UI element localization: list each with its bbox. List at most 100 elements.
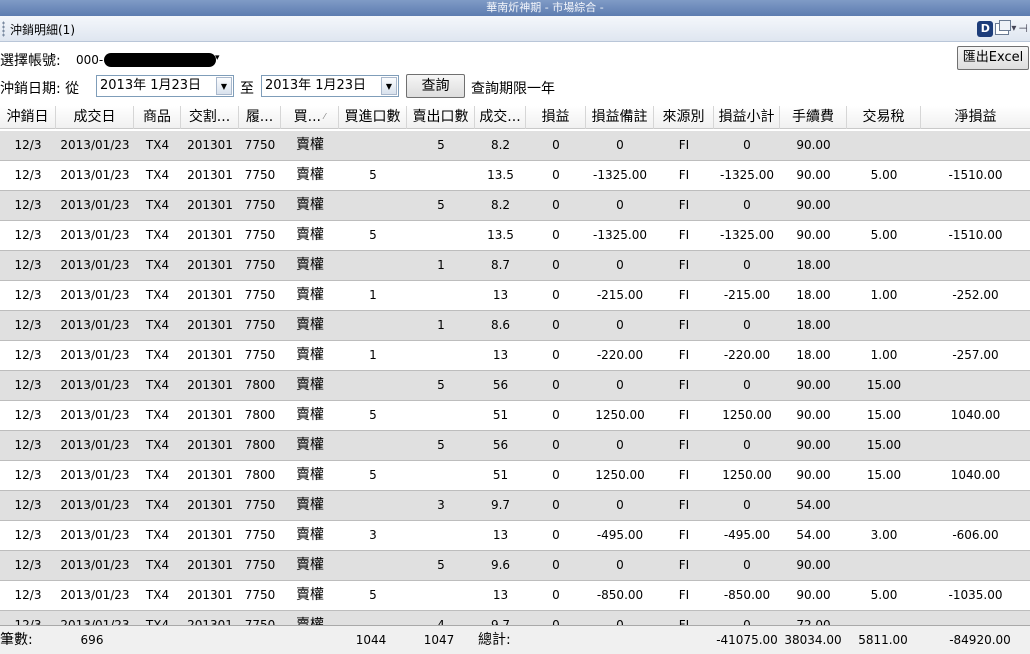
cell-price: 9.7 [490,618,511,625]
col-header-pnl[interactable]: 損益 [526,106,586,129]
cell-delivery: 201301 [187,348,233,362]
table-row[interactable]: 12/3 2013/01/23 TX4 201301 7750 賣權 5 8.2 0 0 FI 0 90… [0,131,1030,161]
cell-tax [847,491,921,520]
col-header-net-pnl[interactable]: 淨損益 [921,106,1030,129]
d-logo-icon[interactable]: D [977,21,994,37]
col-header-price[interactable]: 成交... [475,106,526,129]
cell-tax [847,131,921,160]
window-title: 華南炘神期 - 市場綜合 - [486,1,604,14]
record-count-label: 筆數: [0,632,33,648]
table-row[interactable]: 12/3 2013/01/23 TX4 201301 7800 賣權 5 51 0 1250.00… [0,401,1030,431]
pin-icon[interactable]: ⊣ [1018,21,1028,37]
cell-source: FI [678,438,690,452]
grid-footer-summary: 筆數: 696 1044 1047 總計: -41075.00 38034.00… [0,625,1030,654]
col-header-strike[interactable]: 履... [239,106,281,129]
cell-delivery: 201301 [187,288,233,302]
cell-tax: 5.00 [870,588,898,602]
cell-pnl-note: -215.00 [596,288,644,302]
query-button[interactable]: 查詢 [406,74,465,98]
col-header-source[interactable]: 來源別 [654,106,714,129]
cell-pnl: 0 [552,198,560,212]
col-header-delivery[interactable]: 交割... [181,106,239,129]
cell-fee: 54.00 [796,498,831,512]
cell-pnl-note: 0 [616,138,624,152]
col-header-tax[interactable]: 交易稅 [847,106,921,129]
col-header-buy-qty[interactable]: 買進口數 [339,106,407,129]
grid-body[interactable]: 12/3 2013/01/23 TX4 201301 7750 賣權 5 8.2 0 0 FI 0 90… [0,131,1030,625]
table-row[interactable]: 12/3 2013/01/23 TX4 201301 7750 賣權 3 9.7 0 0 FI 0 54… [0,491,1030,521]
cell-offset-date: 12/3 [14,438,42,452]
table-row[interactable]: 12/3 2013/01/23 TX4 201301 7750 賣權 5 13.5 0 -1325… [0,161,1030,191]
cell-sell-qty [407,341,475,370]
cell-strike: 7800 [244,438,276,452]
table-row[interactable]: 12/3 2013/01/23 TX4 201301 7750 賣權 1 13 0 -215.00… [0,281,1030,311]
cell-source: FI [678,258,690,272]
cell-pnl: 0 [552,438,560,452]
cell-pnl-note: 0 [616,198,624,212]
export-excel-button[interactable]: 匯出Excel [957,46,1029,70]
col-header-sell-qty[interactable]: 賣出口數 [407,106,475,129]
col-header-offset-date[interactable]: 沖銷日 [0,106,56,129]
cell-trade-date: 2013/01/23 [60,438,130,452]
col-header-pnl-note[interactable]: 損益備註 [586,106,654,129]
cell-pnl-note: -220.00 [596,348,644,362]
table-row[interactable]: 12/3 2013/01/23 TX4 201301 7750 賣權 5 9.6 0 0 FI 0 90… [0,551,1030,581]
table-row[interactable]: 12/3 2013/01/23 TX4 201301 7750 賣權 5 8.2 0 0 FI 0 90… [0,191,1030,221]
cell-price: 8.2 [490,198,511,212]
col-header-fee[interactable]: 手續費 [780,106,847,129]
cell-buy-qty [339,131,407,160]
cell-price: 9.7 [490,498,511,512]
cell-source: FI [678,198,690,212]
cell-pnl-note: -1325.00 [593,228,647,242]
cell-pnl: 0 [552,348,560,362]
date-from-picker[interactable]: 2013年 1月23日 ▼ [96,75,234,97]
account-dropdown-icon[interactable]: ▾ [215,53,220,63]
cell-delivery: 201301 [187,528,233,542]
cell-source: FI [678,528,690,542]
cell-pnl: 0 [552,408,560,422]
table-row[interactable]: 12/3 2013/01/23 TX4 201301 7750 賣權 1 8.7 0 0 FI 0 18… [0,251,1030,281]
cell-tax: 15.00 [866,408,902,422]
cell-offset-date: 12/3 [14,618,42,625]
cell-trade-date: 2013/01/23 [60,558,130,572]
toolbar-grip-handle[interactable] [2,21,5,37]
table-row[interactable]: 12/3 2013/01/23 TX4 201301 7800 賣權 5 56 0 0 FI 0 90.… [0,431,1030,461]
float-window-icon[interactable] [995,20,1012,35]
table-row[interactable]: 12/3 2013/01/23 TX4 201301 7800 賣權 5 56 0 0 FI 0 90.… [0,371,1030,401]
cell-buy-qty [339,611,407,625]
cell-fee: 72.00 [796,618,831,625]
window-title-bar: 華南炘神期 - 市場綜合 - [0,0,1030,16]
cell-sell-qty [407,461,475,490]
cell-trade-date: 2013/01/23 [60,348,130,362]
cell-price: 9.6 [490,558,511,572]
cell-sell-qty [407,281,475,310]
table-row[interactable]: 12/3 2013/01/23 TX4 201301 7750 賣權 3 13 0 -495.00… [0,521,1030,551]
cell-strike: 7800 [244,378,276,392]
cell-offset-date: 12/3 [14,138,42,152]
table-row[interactable]: 12/3 2013/01/23 TX4 201301 7800 賣權 5 51 0 1250.00… [0,461,1030,491]
date-to-dropdown-icon[interactable]: ▼ [381,77,397,95]
cell-pnl-subtotal: -215.00 [723,288,771,302]
dropdown-caret-icon[interactable]: ▾ [1011,21,1016,37]
cell-price: 13.5 [487,228,514,242]
col-header-product[interactable]: 商品 [134,106,181,129]
col-header-trade-date[interactable]: 成交日 [56,106,134,129]
table-row[interactable]: 12/3 2013/01/23 TX4 201301 7750 賣權 1 13 0 -220.00… [0,341,1030,371]
cell-option-type: 賣權 [296,437,324,453]
table-row[interactable]: 12/3 2013/01/23 TX4 201301 7750 賣權 5 13.5 0 -1325… [0,221,1030,251]
date-to-picker[interactable]: 2013年 1月23日 ▼ [261,75,399,97]
date-from-dropdown-icon[interactable]: ▼ [216,77,232,95]
cell-pnl: 0 [552,468,560,482]
table-row[interactable]: 12/3 2013/01/23 TX4 201301 7750 賣權 4 9.7 0 0 FI 0 72… [0,611,1030,625]
cell-option-type: 賣權 [296,587,324,603]
cell-fee: 90.00 [796,168,831,182]
table-row[interactable]: 12/3 2013/01/23 TX4 201301 7750 賣權 5 13 0 -850.00… [0,581,1030,611]
panel-tab-label[interactable]: 沖銷明細(1) [10,21,75,38]
table-row[interactable]: 12/3 2013/01/23 TX4 201301 7750 賣權 1 8.6 0 0 FI 0 18… [0,311,1030,341]
col-header-option-type[interactable]: 買... ⁄ [281,106,339,129]
col-header-pnl-subtotal[interactable]: 損益小計 [714,106,780,129]
account-label: 選擇帳號: [0,53,61,69]
cell-option-type: 賣權 [296,347,324,363]
cell-option-type: 賣權 [296,197,324,213]
cell-buy-qty [339,311,407,340]
